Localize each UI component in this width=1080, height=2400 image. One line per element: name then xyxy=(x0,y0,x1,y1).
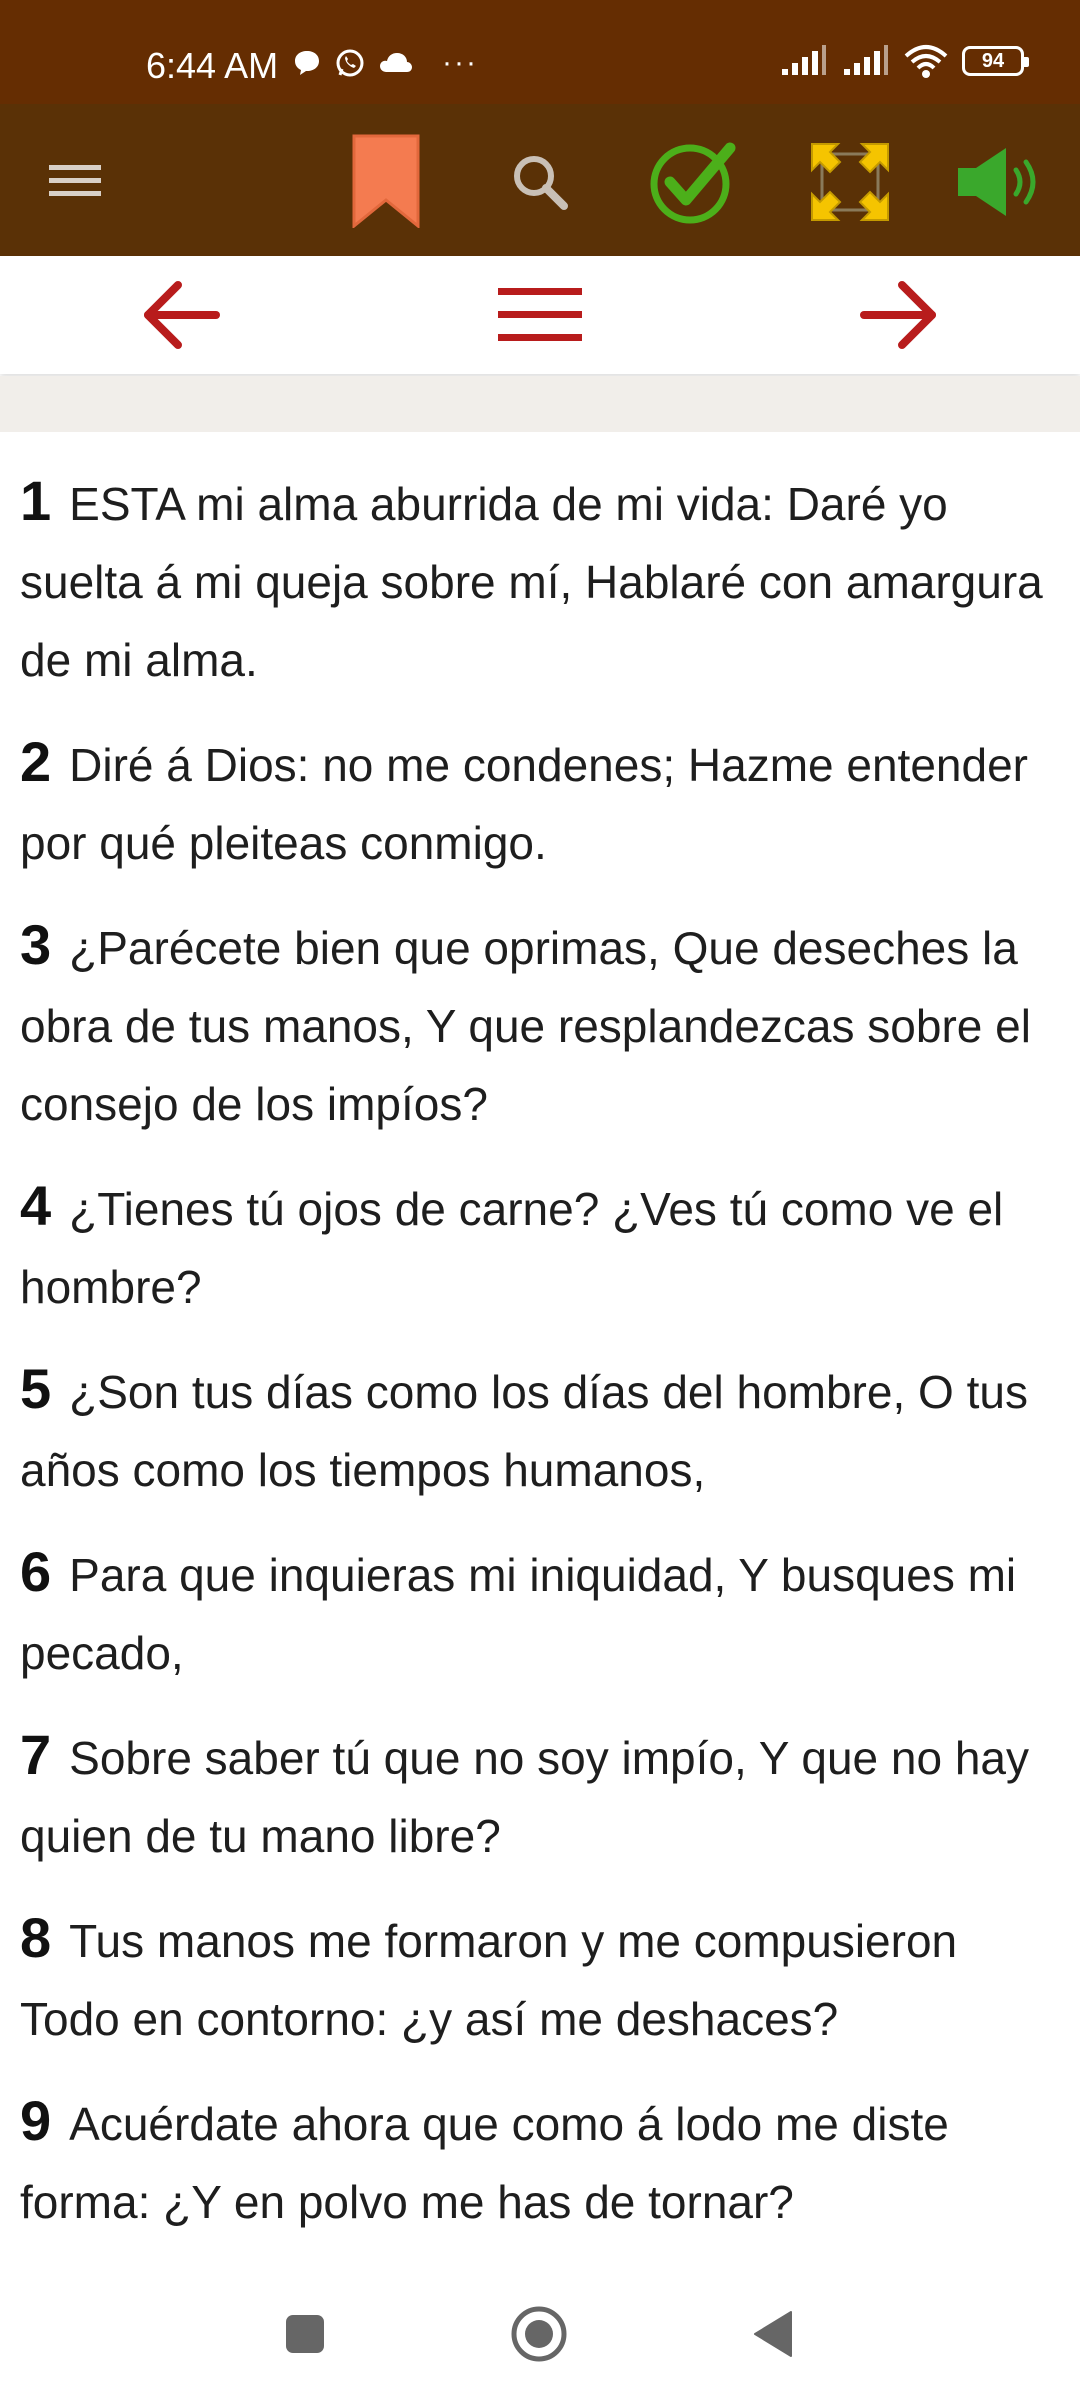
wifi-icon xyxy=(904,45,948,78)
status-system-icons: 94 xyxy=(780,44,1029,78)
verse-text: ¿Parécete bien que oprimas, Que deseches… xyxy=(20,922,1031,1130)
verse[interactable]: 3 ¿Parécete bien que oprimas, Que deseche… xyxy=(20,906,1060,1143)
verse-number: 6 xyxy=(20,1540,52,1603)
status-notification-icons: ··· xyxy=(292,46,478,80)
battery-level: 94 xyxy=(981,49,1005,72)
speaker-icon xyxy=(958,148,1036,216)
verse-number: 1 xyxy=(20,469,52,532)
back-button[interactable] xyxy=(718,2267,828,2400)
check-icon xyxy=(650,142,736,224)
arrow-right-icon xyxy=(860,281,936,349)
cloud-icon xyxy=(380,53,412,72)
bookmark-button[interactable] xyxy=(350,134,422,230)
app-toolbar xyxy=(0,104,1080,256)
mark-read-button[interactable] xyxy=(648,140,736,226)
menu-button[interactable] xyxy=(40,146,110,216)
battery-tip xyxy=(1024,57,1029,67)
fullscreen-button[interactable] xyxy=(810,142,890,222)
status-time: 6:44 AM xyxy=(146,45,279,86)
more-notifications-indicator: ··· xyxy=(442,46,478,79)
verse-number: 2 xyxy=(20,730,52,793)
chapter-list-button[interactable] xyxy=(480,256,600,374)
verse[interactable]: 5 ¿Son tus días como los días del hombre,… xyxy=(20,1350,1060,1509)
verse[interactable]: 6 Para que inquieras mi iniquidad, Y busq… xyxy=(20,1533,1060,1692)
verse-text: Acuérdate ahora que como á lodo me diste… xyxy=(20,2098,949,2228)
verse-number: 8 xyxy=(20,1906,52,1969)
signal-icon xyxy=(844,45,888,75)
section-divider xyxy=(0,376,1080,432)
verse[interactable]: 7 Sobre saber tú que no soy impío, Y que … xyxy=(20,1716,1060,1875)
verse-text: Diré á Dios: no me condenes; Hazme enten… xyxy=(20,739,1028,869)
chapter-text[interactable]: 1 ESTA mi alma aburrida de mi vida: Daré … xyxy=(0,432,1080,2267)
verse-text: Para que inquieras mi iniquidad, Y busqu… xyxy=(20,1549,1017,1679)
verse-text: ¿Son tus días como los días del hombre, … xyxy=(20,1366,1028,1496)
bookmark-icon xyxy=(352,134,420,230)
menu-icon xyxy=(498,288,582,341)
verse-text: ESTA mi alma aburrida de mi vida: Daré y… xyxy=(20,478,1043,686)
verse-number: 5 xyxy=(20,1357,52,1420)
chapter-navigation xyxy=(0,256,1080,374)
recents-button[interactable] xyxy=(250,2267,360,2400)
whatsapp-icon xyxy=(336,49,364,77)
verse-number: 4 xyxy=(20,1174,52,1237)
signal-icon xyxy=(782,45,826,75)
verse-text: Tus manos me formaron y me compusieron T… xyxy=(20,1915,958,2045)
audio-button[interactable] xyxy=(956,144,1052,220)
verse-number: 3 xyxy=(20,913,52,976)
verse[interactable]: 1 ESTA mi alma aburrida de mi vida: Daré … xyxy=(20,462,1060,699)
next-chapter-button[interactable] xyxy=(840,256,960,374)
menu-icon xyxy=(49,165,101,196)
arrow-left-icon xyxy=(144,281,220,349)
battery-icon: 94 xyxy=(962,46,1029,76)
fullscreen-icon xyxy=(811,143,889,221)
verse[interactable]: 2 Diré á Dios: no me condenes; Hazme ente… xyxy=(20,723,1060,882)
home-button[interactable] xyxy=(484,2267,594,2400)
verse[interactable]: 9 Acuérdate ahora que como á lodo me dist… xyxy=(20,2082,1060,2241)
system-navigation-bar xyxy=(0,2267,1080,2400)
back-icon xyxy=(754,2310,792,2357)
chat-bubble-icon xyxy=(295,51,319,75)
previous-chapter-button[interactable] xyxy=(120,256,240,374)
verse[interactable]: 8 Tus manos me formaron y me compusieron … xyxy=(20,1899,1060,2058)
verse-list: 1 ESTA mi alma aburrida de mi vida: Daré … xyxy=(0,432,1080,2241)
verse-number: 7 xyxy=(20,1723,52,1786)
recents-icon xyxy=(286,2314,324,2353)
verse-number: 9 xyxy=(20,2089,52,2152)
search-button[interactable] xyxy=(508,150,572,214)
search-icon xyxy=(514,156,568,210)
verse-text: ¿Tienes tú ojos de carne? ¿Ves tú como v… xyxy=(20,1183,1004,1313)
status-bar: 6:44 AM ··· 94 xyxy=(0,0,1080,104)
verse[interactable]: 4 ¿Tienes tú ojos de carne? ¿Ves tú como … xyxy=(20,1167,1060,1326)
home-icon xyxy=(511,2306,567,2361)
verse-text: Sobre saber tú que no soy impío, Y que n… xyxy=(20,1732,1030,1862)
